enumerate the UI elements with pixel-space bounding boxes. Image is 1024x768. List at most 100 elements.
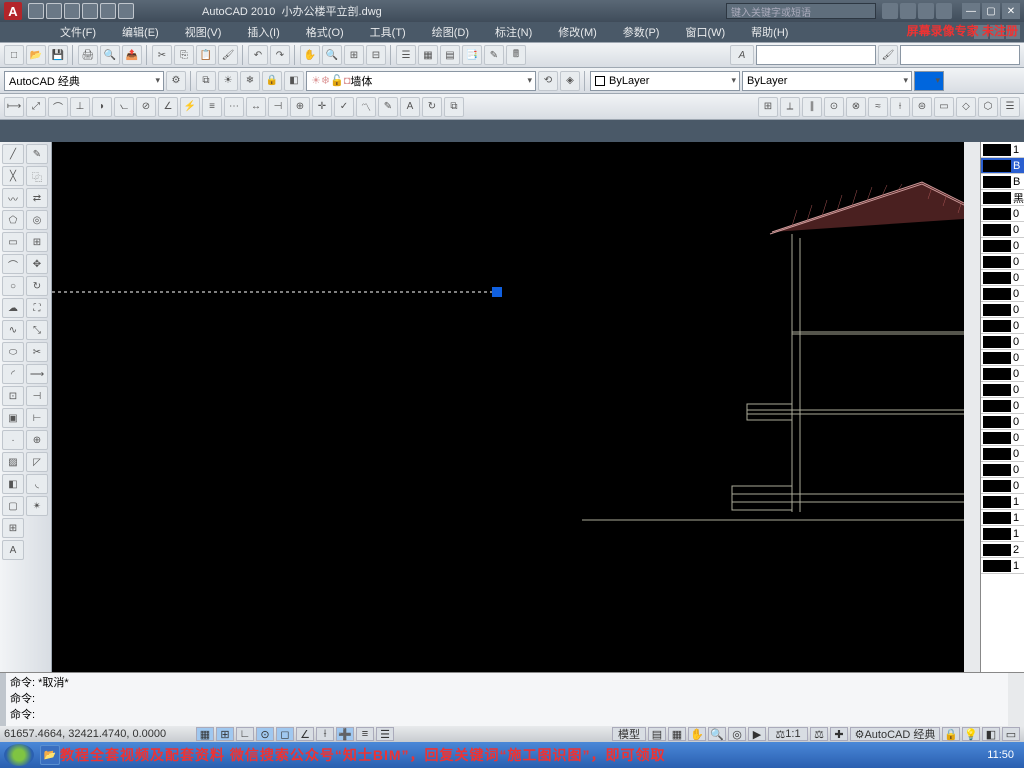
tolerance-icon[interactable]: ⊕ xyxy=(290,97,310,117)
constraint4-icon[interactable]: ⊙ xyxy=(824,97,844,117)
new-icon[interactable]: □ xyxy=(4,45,24,65)
linetype-dropdown[interactable]: ByLayer xyxy=(742,71,912,91)
inspect-icon[interactable]: ✓ xyxy=(334,97,354,117)
break-icon[interactable]: ⊢ xyxy=(26,408,48,428)
constraint11-icon[interactable]: ⬡ xyxy=(978,97,998,117)
menu-tools[interactable]: 工具(T) xyxy=(358,22,418,42)
system-clock[interactable]: 11:50 xyxy=(981,749,1020,761)
insert-block-icon[interactable]: ⊡ xyxy=(2,386,24,406)
dimstyle-dropdown[interactable] xyxy=(900,45,1020,65)
qat-new-icon[interactable] xyxy=(28,3,44,19)
stretch-icon[interactable]: ⤡ xyxy=(26,320,48,340)
menu-format[interactable]: 格式(O) xyxy=(294,22,356,42)
redo-icon[interactable]: ↷ xyxy=(270,45,290,65)
ws-switch[interactable]: ⚙AutoCAD 经典 xyxy=(850,727,940,741)
undo-icon[interactable]: ↶ xyxy=(248,45,268,65)
plot-icon[interactable]: 🖨 xyxy=(78,45,98,65)
ortho-toggle[interactable]: ∟ xyxy=(236,727,254,741)
menu-window[interactable]: 窗口(W) xyxy=(673,22,737,42)
mtext-icon[interactable]: A xyxy=(2,540,24,560)
dim-break-icon[interactable]: ⊣ xyxy=(268,97,288,117)
model-space-toggle[interactable]: 模型 xyxy=(612,727,646,741)
qat-open-icon[interactable] xyxy=(46,3,62,19)
open-icon[interactable]: 📂 xyxy=(26,45,46,65)
isolate-icon[interactable]: ◧ xyxy=(982,727,1000,741)
zoom-rt-icon[interactable]: 🔍 xyxy=(322,45,342,65)
lineweight-flyout[interactable]: 1BB黑00000000000000000011121 xyxy=(980,142,1024,726)
menu-file[interactable]: 文件(F) xyxy=(48,22,108,42)
dim-continue-icon[interactable]: ⋯ xyxy=(224,97,244,117)
ssm-icon[interactable]: 📑 xyxy=(462,45,482,65)
arc-icon[interactable]: ⌒ xyxy=(2,254,24,274)
anno-vis-icon[interactable]: ⚖ xyxy=(810,727,828,741)
lineweight-option[interactable]: 0 xyxy=(981,302,1024,318)
layer-lock-icon[interactable]: 🔒 xyxy=(262,71,282,91)
copy-obj-icon[interactable]: ⿻ xyxy=(26,166,48,186)
binoculars-icon[interactable] xyxy=(882,3,898,19)
dim-space-icon[interactable]: ↔ xyxy=(246,97,266,117)
dim-quick-icon[interactable]: ⚡ xyxy=(180,97,200,117)
layer-freeze-icon[interactable]: ❄ xyxy=(240,71,260,91)
polygon-icon[interactable]: ⬠ xyxy=(2,210,24,230)
offset-icon[interactable]: ◎ xyxy=(26,210,48,230)
pline-icon[interactable]: 〰 xyxy=(2,188,24,208)
lineweight-option[interactable]: 0 xyxy=(981,478,1024,494)
showmotion-icon[interactable]: ▶ xyxy=(748,727,766,741)
dim-style-icon[interactable]: ⧉ xyxy=(444,97,464,117)
brush-icon[interactable]: 🖌 xyxy=(878,45,898,65)
lineweight-option[interactable]: 0 xyxy=(981,286,1024,302)
dim-baseline-icon[interactable]: ≡ xyxy=(202,97,222,117)
lineweight-option[interactable]: 0 xyxy=(981,414,1024,430)
menu-insert[interactable]: 插入(I) xyxy=(235,22,291,42)
save-icon[interactable]: 💾 xyxy=(48,45,68,65)
menu-help[interactable]: 帮助(H) xyxy=(739,22,800,42)
workspace-dropdown[interactable]: AutoCAD 经典 xyxy=(4,71,164,91)
lineweight-dropdown[interactable] xyxy=(914,71,944,91)
layer-prev-icon[interactable]: ⟲ xyxy=(538,71,558,91)
constraint2-icon[interactable]: ⟂ xyxy=(780,97,800,117)
lineweight-option[interactable]: 0 xyxy=(981,254,1024,270)
anno-auto-icon[interactable]: ✚ xyxy=(830,727,848,741)
spline-icon[interactable]: ∿ xyxy=(2,320,24,340)
copy-icon[interactable]: ⎘ xyxy=(174,45,194,65)
layer-mgr-icon[interactable]: ⧉ xyxy=(196,71,216,91)
clean-screen-icon[interactable]: ▭ xyxy=(1002,727,1020,741)
otrack-toggle[interactable]: ∠ xyxy=(296,727,314,741)
lineweight-option[interactable]: 0 xyxy=(981,222,1024,238)
menu-view[interactable]: 视图(V) xyxy=(173,22,234,42)
app-logo[interactable]: A xyxy=(4,2,22,20)
star-icon[interactable] xyxy=(918,3,934,19)
lineweight-option[interactable]: 0 xyxy=(981,382,1024,398)
chamfer-icon[interactable]: ◸ xyxy=(26,452,48,472)
break-pt-icon[interactable]: ⊣ xyxy=(26,386,48,406)
point-icon[interactable]: · xyxy=(2,430,24,450)
dim-radius-icon[interactable]: ◗ xyxy=(92,97,112,117)
table-icon[interactable]: ⊞ xyxy=(2,518,24,538)
qat-print-icon[interactable] xyxy=(118,3,134,19)
matchprop-icon[interactable]: 🖌 xyxy=(218,45,238,65)
menu-param[interactable]: 参数(P) xyxy=(611,22,672,42)
constraint3-icon[interactable]: ∥ xyxy=(802,97,822,117)
lineweight-option[interactable]: 0 xyxy=(981,206,1024,222)
mirror-icon[interactable]: ⇄ xyxy=(26,188,48,208)
dim-aligned-icon[interactable]: ⤢ xyxy=(26,97,46,117)
layer-states-icon[interactable]: ☀ xyxy=(218,71,238,91)
pan-icon[interactable]: ✋ xyxy=(300,45,320,65)
polar-toggle[interactable]: ⊙ xyxy=(256,727,274,741)
line-icon[interactable]: ╱ xyxy=(2,144,24,164)
dim-linear-icon[interactable]: ⟼ xyxy=(4,97,24,117)
lineweight-option[interactable]: 0 xyxy=(981,334,1024,350)
ellipse-icon[interactable]: ⬭ xyxy=(2,342,24,362)
lineweight-option[interactable]: B xyxy=(981,158,1024,174)
menu-draw[interactable]: 绘图(D) xyxy=(420,22,481,42)
trim-icon[interactable]: ✂ xyxy=(26,342,48,362)
lineweight-option[interactable]: 1 xyxy=(981,510,1024,526)
maximize-button[interactable]: ▢ xyxy=(982,3,1000,19)
xline-icon[interactable]: ╳ xyxy=(2,166,24,186)
color-dropdown[interactable]: ByLayer xyxy=(590,71,740,91)
ws-settings-icon[interactable]: ⚙ xyxy=(166,71,186,91)
markup-icon[interactable]: ✎ xyxy=(484,45,504,65)
fillet-icon[interactable]: ◟ xyxy=(26,474,48,494)
constraint1-icon[interactable]: ⊞ xyxy=(758,97,778,117)
lineweight-option[interactable]: 2 xyxy=(981,542,1024,558)
